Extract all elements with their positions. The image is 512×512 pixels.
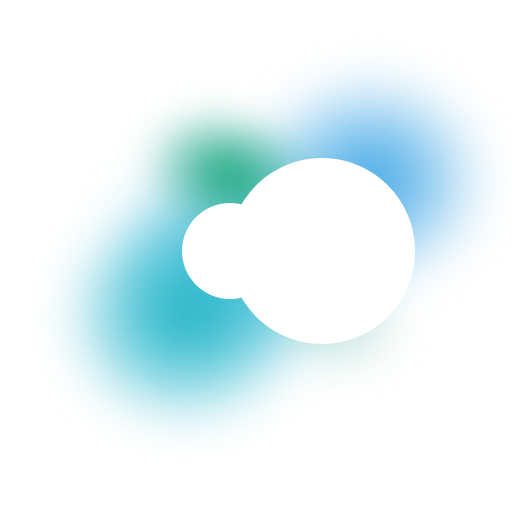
- small-white-circle: [182, 203, 278, 299]
- gradient-artwork: [0, 0, 512, 512]
